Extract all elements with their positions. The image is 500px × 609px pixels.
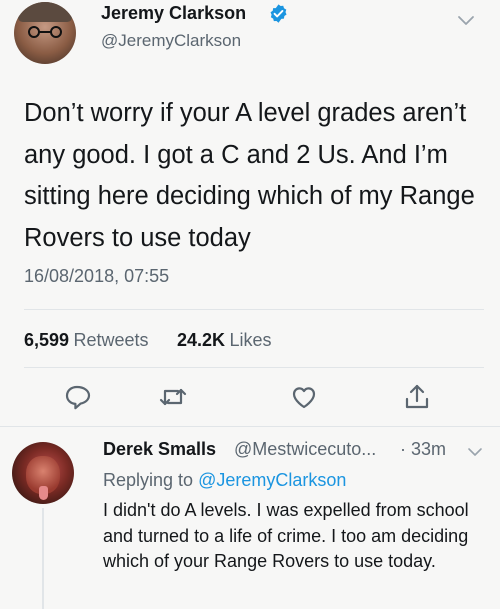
reply-icon[interactable] <box>62 382 92 412</box>
retweets-stat[interactable]: 6,599 Retweets <box>24 330 149 351</box>
reply-author-name[interactable]: Derek Smalls <box>103 439 216 460</box>
replying-to-mention[interactable]: @JeremyClarkson <box>198 470 346 490</box>
reply-time-value: 33m <box>411 439 447 459</box>
divider <box>0 426 500 427</box>
reply-time[interactable]: · 33m <box>400 439 446 460</box>
author-name[interactable]: Jeremy Clarkson <box>101 3 246 24</box>
tweet-timestamp[interactable]: 16/08/2018, 07:55 <box>24 266 169 287</box>
reply-time-separator: · <box>400 439 406 459</box>
replying-to: Replying to @JeremyClarkson <box>103 470 346 491</box>
avatar-glasses <box>28 26 62 38</box>
author-avatar[interactable] <box>14 2 76 64</box>
divider <box>24 309 484 310</box>
share-icon[interactable] <box>402 382 432 412</box>
chevron-down-icon[interactable] <box>467 444 483 460</box>
like-icon[interactable] <box>289 382 319 412</box>
retweets-count: 6,599 <box>24 330 70 350</box>
likes-stat[interactable]: 24.2K Likes <box>177 330 272 351</box>
reply-text: I didn't do A levels. I was expelled fro… <box>103 500 469 571</box>
verified-badge-icon <box>270 4 287 23</box>
divider <box>24 367 484 368</box>
replying-to-prefix: Replying to <box>103 470 194 490</box>
likes-label: Likes <box>229 330 272 350</box>
retweet-icon[interactable] <box>158 382 188 412</box>
author-handle[interactable]: @JeremyClarkson <box>101 31 241 51</box>
retweets-label: Retweets <box>73 330 149 350</box>
chevron-down-icon[interactable] <box>456 10 476 30</box>
likes-count: 24.2K <box>177 330 226 350</box>
tweet-text: Don’t worry if your A level grades aren’… <box>24 99 475 252</box>
reply-author-handle[interactable]: @Mestwicecuto... <box>234 439 376 460</box>
reply-author-avatar[interactable] <box>12 442 74 504</box>
thread-line <box>42 508 44 609</box>
